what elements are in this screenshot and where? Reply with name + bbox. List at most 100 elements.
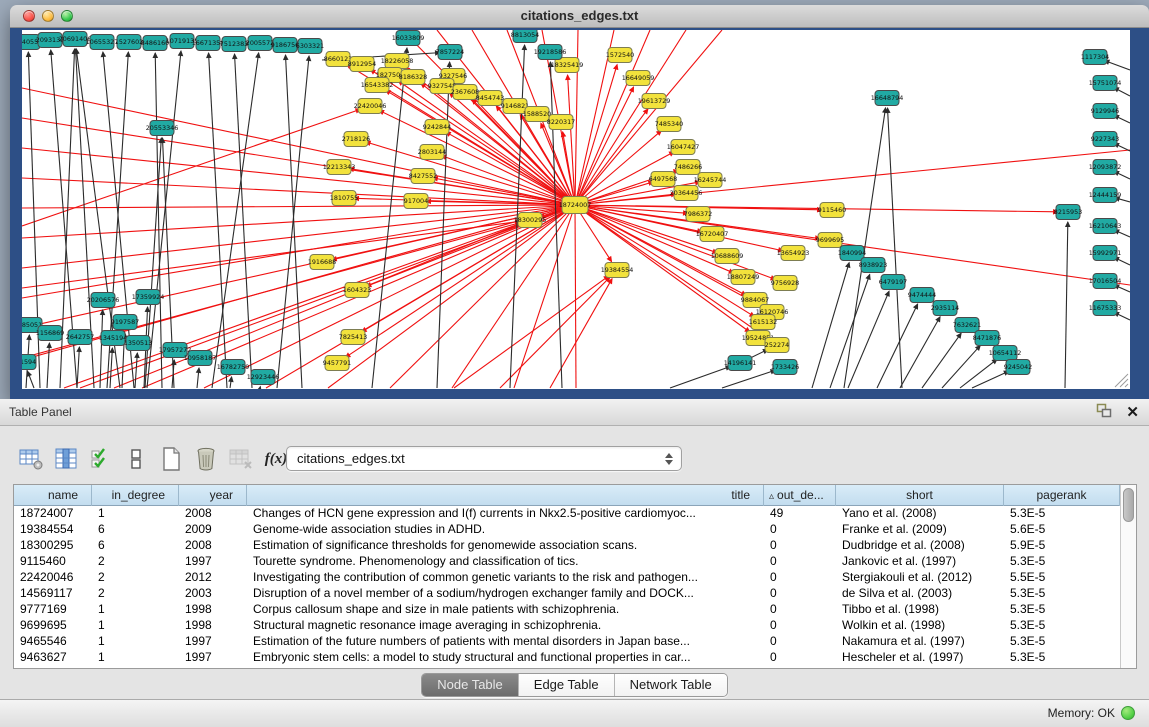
- window-titlebar[interactable]: citations_edges.txt: [10, 5, 1149, 28]
- graph-node[interactable]: 9474444: [908, 288, 936, 303]
- graph-node[interactable]: 8427552: [409, 169, 437, 184]
- table-row[interactable]: 977716911998Corpus callosum shape and si…: [14, 602, 1120, 618]
- column-header-pagerank[interactable]: pagerank: [1004, 485, 1120, 506]
- new-table-icon[interactable]: [156, 444, 186, 474]
- graph-node[interactable]: 1615132: [749, 315, 777, 330]
- graph-node[interactable]: 16210643: [1089, 219, 1122, 234]
- graph-node[interactable]: 2803144: [418, 145, 446, 160]
- graph-node[interactable]: 2718126: [342, 132, 370, 147]
- import-table-icon[interactable]: [226, 444, 256, 474]
- graph-node[interactable]: 18300295: [514, 213, 547, 228]
- graph-node[interactable]: 9756928: [771, 276, 799, 291]
- column-header-name[interactable]: name: [14, 485, 92, 506]
- graph-node[interactable]: 1733426: [771, 360, 799, 375]
- column-header-year[interactable]: year: [179, 485, 247, 506]
- graph-node[interactable]: 19613729: [638, 94, 671, 109]
- graph-node[interactable]: 1572540: [606, 48, 634, 63]
- table-row[interactable]: 1456911722003Disruption of a novel membe…: [14, 586, 1120, 602]
- graph-node[interactable]: 22420046: [354, 99, 387, 114]
- graph-node[interactable]: 391594: [22, 355, 36, 370]
- graph-node[interactable]: 9227343: [1091, 132, 1119, 147]
- graph-node[interactable]: 16782759: [217, 360, 250, 375]
- graph-node[interactable]: 9197587: [111, 315, 139, 330]
- graph-node[interactable]: 9245042: [1004, 360, 1032, 375]
- table-row[interactable]: 946554611997Estimation of the future num…: [14, 634, 1120, 650]
- graph-node[interactable]: 9457791: [323, 356, 351, 371]
- graph-node[interactable]: 14196141: [724, 356, 757, 371]
- graph-node[interactable]: 1350513: [124, 336, 152, 351]
- graph-node[interactable]: 8471876: [973, 331, 1001, 346]
- graph-node[interactable]: 15992971: [1089, 246, 1122, 261]
- graph-node[interactable]: 20553346: [146, 121, 179, 136]
- close-panel-icon[interactable]: ✕: [1126, 404, 1139, 422]
- graph-node[interactable]: 6479197: [879, 275, 907, 290]
- graph-node[interactable]: 7485340: [655, 117, 683, 132]
- graph-node[interactable]: 12213343: [323, 160, 356, 175]
- table-row[interactable]: 969969511998Structural magnetic resonanc…: [14, 618, 1120, 634]
- table-row[interactable]: 2242004622012Investigating the contribut…: [14, 570, 1120, 586]
- graph-node[interactable]: 7512383: [220, 37, 248, 52]
- graph-node[interactable]: 16047427: [667, 140, 700, 155]
- column-visibility-icon[interactable]: [51, 444, 81, 474]
- graph-node[interactable]: 6497568: [649, 172, 677, 187]
- network-canvas[interactable]: 8660123891295418226058182750316543382818…: [22, 30, 1130, 389]
- delete-table-icon[interactable]: [191, 444, 221, 474]
- graph-node[interactable]: 252274: [765, 338, 789, 353]
- graph-node[interactable]: 9242844: [423, 120, 451, 135]
- rows-icon[interactable]: [121, 444, 151, 474]
- graph-node[interactable]: 7857224: [436, 45, 464, 60]
- graph-node[interactable]: 1156869: [36, 326, 64, 341]
- column-header-short[interactable]: short: [836, 485, 1004, 506]
- graph-node[interactable]: 9129946: [1091, 104, 1119, 119]
- graph-node[interactable]: 20206576: [87, 293, 120, 308]
- graph-node[interactable]: 9699695: [816, 233, 844, 248]
- graph-node[interactable]: 16543382: [361, 78, 394, 93]
- table-row[interactable]: 1872400712008Changes of HCN gene express…: [14, 506, 1120, 522]
- graph-node[interactable]: 9115460: [818, 203, 846, 218]
- graph-node[interactable]: 1527602: [115, 35, 143, 50]
- tab-network-table[interactable]: Network Table: [615, 674, 727, 696]
- graph-node[interactable]: 2642757: [66, 330, 94, 345]
- canvas-resize-grip[interactable]: [1115, 374, 1128, 387]
- graph-node[interactable]: 12093872: [1089, 160, 1122, 175]
- graph-node[interactable]: 6303321: [296, 39, 324, 54]
- graph-node[interactable]: 10958187: [184, 351, 217, 366]
- table-row[interactable]: 1830029562008Estimation of significance …: [14, 538, 1120, 554]
- graph-node[interactable]: 8220317: [547, 115, 575, 130]
- table-options-icon[interactable]: [16, 444, 46, 474]
- tab-node-table[interactable]: Node Table: [422, 674, 519, 696]
- table-row[interactable]: 911546021997Tourette syndrome. Phenomeno…: [14, 554, 1120, 570]
- graph-node[interactable]: 16245744: [694, 173, 727, 188]
- graph-node[interactable]: 8938923: [859, 258, 887, 273]
- graph-node[interactable]: 1604323: [343, 283, 371, 298]
- graph-node[interactable]: 10688609: [711, 249, 744, 264]
- graph-node[interactable]: 18807249: [727, 270, 760, 285]
- graph-node[interactable]: 1117304: [1081, 50, 1109, 65]
- graph-node[interactable]: 12444159: [1089, 188, 1122, 203]
- graph-hub-node[interactable]: 18724007: [559, 197, 592, 214]
- graph-node[interactable]: 16649059: [622, 71, 655, 86]
- graph-node[interactable]: 8215953: [1054, 205, 1082, 220]
- graph-node[interactable]: 11675333: [1089, 301, 1122, 316]
- graph-node[interactable]: 1916688: [308, 255, 336, 270]
- citation-network-graph[interactable]: 8660123891295418226058182750316543382818…: [22, 30, 1130, 389]
- graph-node[interactable]: 20364456: [670, 186, 703, 201]
- graph-node[interactable]: 7986372: [684, 207, 712, 222]
- table-row[interactable]: 1938455462009Genome-wide association stu…: [14, 522, 1120, 538]
- graph-node[interactable]: 1810755: [330, 191, 358, 206]
- graph-node[interactable]: 12923446: [247, 370, 280, 385]
- graph-node[interactable]: 19218586: [534, 45, 567, 60]
- graph-node[interactable]: 15751074: [1089, 76, 1122, 91]
- graph-node[interactable]: 8912954: [348, 57, 376, 72]
- scrollbar-thumb[interactable]: [1123, 488, 1134, 522]
- graph-node[interactable]: 19384554: [601, 263, 634, 278]
- graph-node[interactable]: 7825413: [339, 330, 367, 345]
- table-selector-combo[interactable]: citations_edges.txt: [286, 446, 682, 471]
- table-vertical-scrollbar[interactable]: [1120, 485, 1136, 668]
- column-header-out_de[interactable]: ▵out_de...: [764, 485, 836, 506]
- graph-node[interactable]: 17359924: [132, 290, 165, 305]
- graph-node[interactable]: 16033809: [392, 31, 425, 46]
- graph-node[interactable]: 2935114: [931, 301, 959, 316]
- float-panel-icon[interactable]: [1096, 403, 1112, 423]
- graph-node[interactable]: 8186328: [399, 70, 427, 85]
